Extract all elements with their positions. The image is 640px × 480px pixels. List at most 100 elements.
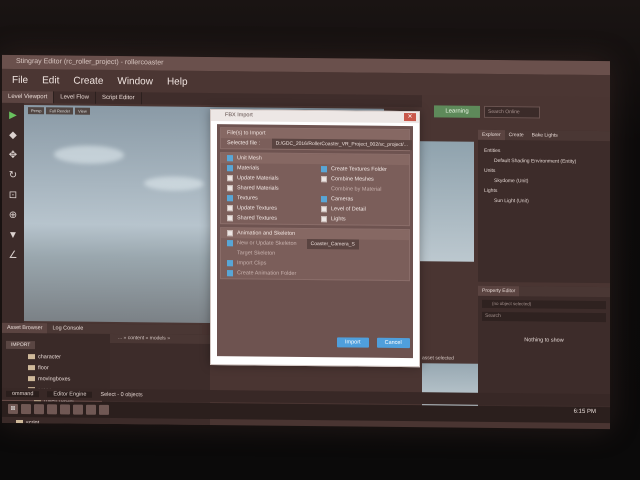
checkbox[interactable] <box>227 184 233 191</box>
gamepad-icon[interactable]: ◆ <box>6 129 20 143</box>
start-icon[interactable]: ⊞ <box>8 403 18 414</box>
engine-dropdown[interactable]: Editor Engine <box>47 391 93 398</box>
folder-icon <box>28 354 35 360</box>
explorer-panel: Explorer Create Bake Lights Entities Def… <box>478 129 610 284</box>
checkbox[interactable] <box>321 175 327 182</box>
animation-checkbox[interactable] <box>227 229 233 236</box>
cancel-button[interactable]: Cancel <box>376 337 410 349</box>
app-icon[interactable] <box>60 404 70 415</box>
unit-mesh-options: Materials Update Materials Shared Materi… <box>221 163 409 225</box>
folder-icon <box>28 376 35 382</box>
tab-asset-browser[interactable]: Asset Browser <box>2 322 48 334</box>
folder-label: movingboxes <box>38 376 71 383</box>
animation-label: Animation and Skeleton <box>237 230 296 237</box>
chrome-icon[interactable] <box>47 404 57 415</box>
select-icon[interactable]: ✥ <box>6 149 20 163</box>
menu-create[interactable]: Create <box>73 75 103 86</box>
place-icon[interactable]: ▼ <box>6 229 20 243</box>
checkbox[interactable] <box>227 239 233 246</box>
asset-selected-label: asset selected <box>422 355 454 362</box>
tab-level-viewport[interactable]: Level Viewport <box>2 90 55 104</box>
tab-create[interactable]: Create <box>505 130 528 140</box>
tool-strip: ▶ ◆ ✥ ↻ ⊡ ⊕ ▼ ∠ <box>2 102 24 324</box>
option-label: Shared Materials <box>237 185 279 192</box>
command-field[interactable]: ommand <box>6 390 40 398</box>
option-label: Update Materials <box>237 175 279 182</box>
option-label: Create Animation Folder <box>237 270 297 277</box>
checkbox[interactable] <box>321 215 327 222</box>
selected-file-label: Selected file : <box>227 140 261 147</box>
options-left-column: Materials Update Materials Shared Materi… <box>221 163 315 224</box>
menu-help[interactable]: Help <box>167 76 188 87</box>
folder-icon <box>28 365 35 371</box>
taskbar-clock: 6:15 PM <box>573 408 596 416</box>
property-editor-panel: Property Editor (no object selected) Sea… <box>478 285 610 408</box>
skeleton-name-field[interactable]: Coaster_Camera_S <box>306 239 359 250</box>
option-label: Import Clips <box>237 260 267 267</box>
dialog-body: File(s) to Import Selected file : D:/GDC… <box>217 124 413 359</box>
persp-button[interactable]: Persp <box>28 107 45 115</box>
unit-mesh-checkbox[interactable] <box>227 154 233 161</box>
play-icon[interactable]: ▶ <box>6 109 20 123</box>
checkbox[interactable] <box>227 269 233 276</box>
menu-edit[interactable]: Edit <box>42 75 59 86</box>
checkbox[interactable] <box>227 259 233 266</box>
import-confirm-button[interactable]: Import <box>337 337 369 348</box>
checkbox[interactable] <box>227 174 233 181</box>
app-icon[interactable] <box>86 404 96 415</box>
checkbox[interactable] <box>227 214 233 221</box>
folder-label: character <box>38 354 61 361</box>
option-label: Combine Meshes <box>331 176 374 183</box>
folder-icon[interactable] <box>21 404 31 415</box>
tree-node-skydome[interactable]: Skydome (Unit) <box>478 176 610 187</box>
checkbox[interactable] <box>227 194 233 201</box>
app-icon[interactable] <box>73 404 83 415</box>
scale-icon[interactable]: ⊡ <box>6 189 20 203</box>
menu-file[interactable]: File <box>12 74 28 85</box>
selection-status: Select - 0 objects <box>100 391 143 399</box>
rotate-icon[interactable]: ↻ <box>6 169 20 183</box>
option-label: Materials <box>237 165 260 172</box>
tree-node-default-shading[interactable]: Default Shading Environment (Entity) <box>478 156 610 167</box>
menu-window[interactable]: Window <box>117 76 153 87</box>
tree-node-sun-light[interactable]: Sun Light (Unit) <box>478 196 610 207</box>
checkbox[interactable] <box>227 164 233 171</box>
dialog-title: FBX Import ✕ <box>211 110 419 124</box>
selected-file-row: Selected file : D:/GDC_2016/RollerCoaste… <box>221 138 412 151</box>
full-render-button[interactable]: Full Render <box>46 107 74 115</box>
snap-icon[interactable]: ⊕ <box>6 209 20 223</box>
checkbox[interactable] <box>321 165 327 172</box>
import-button[interactable]: IMPORT <box>6 340 36 350</box>
property-editor-header: Property Editor <box>478 285 610 298</box>
view-button[interactable]: View <box>75 107 90 115</box>
cloud <box>54 145 124 165</box>
browser-icon[interactable] <box>34 404 44 415</box>
tab-explorer[interactable]: Explorer <box>478 129 505 141</box>
files-section: File(s) to Import Selected file : D:/GDC… <box>220 127 412 152</box>
projected-screen: Stingray Editor (rc_roller_project) - ro… <box>2 54 610 430</box>
option-shared-textures[interactable]: Shared Textures <box>221 213 315 224</box>
angle-icon[interactable]: ∠ <box>6 249 20 263</box>
property-filter[interactable]: (no object selected) <box>482 299 606 310</box>
option-lights[interactable]: Lights <box>315 214 409 225</box>
tab-bake-lights[interactable]: Bake Lights <box>528 130 562 140</box>
explorer-tree: Entities Default Shading Environment (En… <box>478 140 610 207</box>
tab-log-console[interactable]: Log Console <box>47 323 88 333</box>
stingray-icon[interactable] <box>99 404 109 415</box>
selected-file-field[interactable]: D:/GDC_2016/RollerCoaster_VR_Project_002… <box>271 138 412 151</box>
option-label: Lights <box>331 216 346 223</box>
property-search-input[interactable]: Search <box>482 311 606 323</box>
learning-button[interactable]: Learning <box>434 105 480 118</box>
asset-breadcrumb[interactable]: ... » content » models » <box>110 333 210 344</box>
options-right-column: Create Textures Folder Combine Meshes Co… <box>315 164 409 225</box>
online-search-input[interactable]: Search Online <box>484 105 540 119</box>
secondary-viewport <box>412 141 474 262</box>
option-create-animation-folder[interactable]: Create Animation Folder <box>221 268 409 280</box>
tab-level-flow[interactable]: Level Flow <box>54 91 96 104</box>
option-label: Create Textures Folder <box>331 166 387 173</box>
tab-script-editor[interactable]: Script Editor <box>95 91 142 105</box>
checkbox[interactable] <box>227 204 233 211</box>
checkbox[interactable] <box>321 205 327 212</box>
checkbox[interactable] <box>321 195 327 202</box>
close-icon[interactable]: ✕ <box>404 113 416 122</box>
